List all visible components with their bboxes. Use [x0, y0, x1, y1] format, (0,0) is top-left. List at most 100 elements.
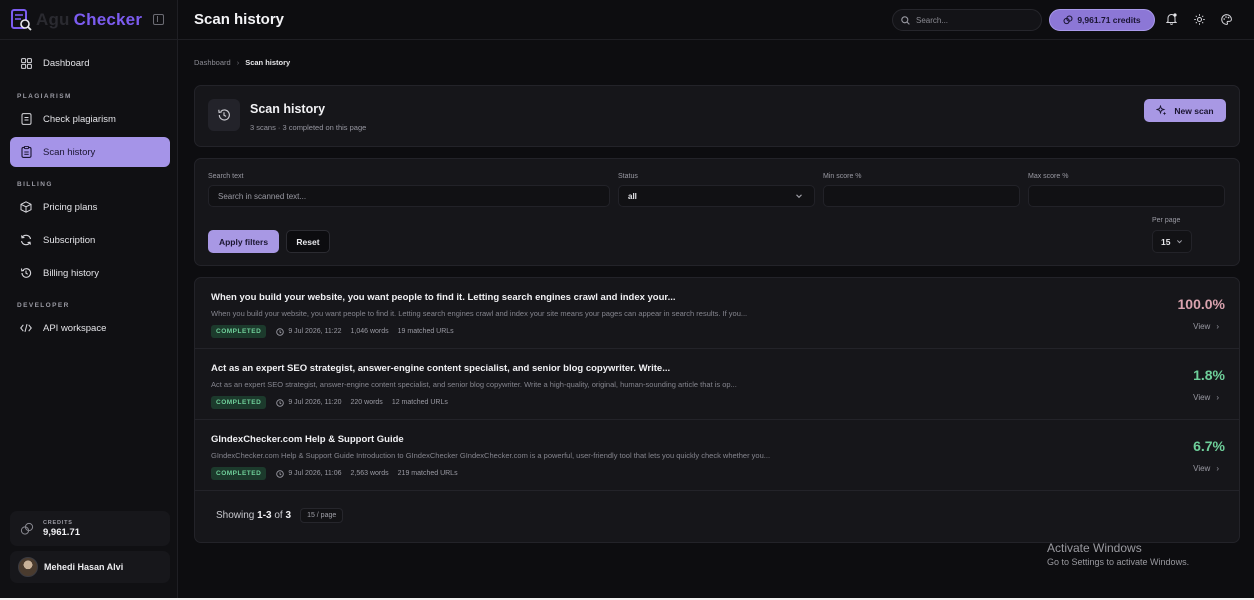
view-label: View	[1193, 393, 1211, 402]
avatar	[18, 557, 38, 577]
chevron-down-icon	[1176, 238, 1183, 245]
sidebar-item-label: Check plagiarism	[43, 113, 116, 125]
scan-row[interactable]: When you build your website, you want pe…	[195, 278, 1239, 349]
sidebar-item-check-plagiarism[interactable]: Check plagiarism	[10, 104, 170, 134]
windows-activation-watermark: Activate Windows Go to Settings to activ…	[1047, 541, 1189, 567]
search-text-placeholder: Search in scanned text...	[218, 191, 307, 201]
credits-label: CREDITS	[43, 519, 73, 526]
scan-meta: COMPLETED 9 Jul 2026, 11:22 1,046 words …	[211, 325, 463, 338]
section-billing: BILLING	[17, 181, 53, 188]
palette-icon[interactable]	[1220, 13, 1232, 25]
search-text-input[interactable]: Search in scanned text...	[208, 185, 610, 207]
sidebar-item-billing-history[interactable]: Billing history	[10, 258, 170, 288]
status-badge: COMPLETED	[211, 396, 267, 409]
logo-icon	[10, 8, 32, 32]
view-link[interactable]: View ›	[1193, 393, 1219, 402]
scan-score: 100.0%	[1177, 296, 1225, 312]
scan-words: 2,563 words	[350, 470, 389, 477]
credits-value: 9,961.71	[43, 526, 80, 538]
refresh-icon	[20, 234, 32, 246]
scan-matches: 19 matched URLs	[397, 328, 454, 335]
per-page-select[interactable]: 15	[1152, 230, 1192, 253]
max-score-input[interactable]	[1028, 185, 1225, 207]
credits-button[interactable]: 9,961.71 credits	[1049, 9, 1155, 31]
results-list: When you build your website, you want pe…	[194, 277, 1240, 543]
scan-words: 220 words	[350, 399, 383, 406]
apply-filters-button[interactable]: Apply filters	[208, 230, 279, 253]
search-placeholder: Search...	[916, 15, 949, 25]
chevron-right-icon: ›	[236, 58, 240, 67]
sidebar-item-label: Pricing plans	[43, 201, 98, 213]
new-scan-label: New scan	[1174, 105, 1214, 116]
per-page-chip: 15 / page	[300, 508, 344, 523]
code-icon	[20, 322, 32, 334]
sidebar-collapse-icon[interactable]	[153, 14, 164, 25]
sidebar-item-label: Scan history	[43, 146, 96, 158]
document-icon	[20, 113, 32, 125]
activation-title: Activate Windows	[1047, 541, 1142, 555]
box-icon	[20, 201, 32, 213]
sidebar-item-label: Billing history	[43, 267, 99, 279]
app-window: Agu Checker Dashboard PLAGIARISM Check pl…	[0, 0, 1254, 598]
new-scan-button[interactable]: New scan	[1144, 99, 1226, 122]
scan-title[interactable]: Act as an expert SEO strategist, answer-…	[211, 363, 670, 374]
scan-matches: 219 matched URLs	[397, 470, 458, 477]
scan-title[interactable]: GIndexChecker.com Help & Support Guide	[211, 434, 404, 445]
sun-icon[interactable]	[1193, 13, 1205, 25]
clipboard-icon	[20, 146, 32, 158]
section-title: Scan history	[250, 102, 326, 116]
max-score-label: Max score %	[1028, 173, 1069, 180]
scan-history-header: Scan history 3 scans · 3 completed on th…	[194, 85, 1240, 147]
sidebar-item-label: Dashboard	[43, 57, 90, 69]
chevron-down-icon	[795, 192, 803, 200]
user-menu[interactable]: Mehedi Hasan Alvi	[10, 551, 170, 583]
sidebar-item-api-workspace[interactable]: API workspace	[10, 313, 170, 343]
status-label: Status	[618, 173, 638, 180]
scan-score: 6.7%	[1193, 438, 1225, 454]
sidebar-credits-card[interactable]: CREDITS 9,961.71	[10, 511, 170, 546]
clock-icon	[276, 398, 285, 407]
scan-title[interactable]: When you build your website, you want pe…	[211, 292, 676, 303]
pagination: Showing 1-3 of 3 15 / page	[216, 508, 344, 523]
coins-icon	[1063, 15, 1073, 25]
brand-name: Checker	[73, 9, 143, 29]
pager-showing: Showing	[216, 510, 255, 521]
breadcrumb-root[interactable]: Dashboard	[194, 58, 231, 67]
sidebar-item-label: API workspace	[43, 322, 107, 334]
min-score-label: Min score %	[823, 173, 862, 180]
pager-of: of	[274, 510, 283, 521]
scan-row[interactable]: GIndexChecker.com Help & Support Guide G…	[195, 420, 1239, 491]
per-page-value: 15	[1161, 236, 1171, 247]
view-link[interactable]: View ›	[1193, 322, 1219, 331]
sidebar-item-pricing-plans[interactable]: Pricing plans	[10, 192, 170, 222]
sparkle-icon	[1156, 105, 1167, 116]
coins-icon	[20, 522, 34, 536]
sidebar-item-dashboard[interactable]: Dashboard	[10, 48, 170, 78]
scan-words: 1,046 words	[350, 328, 389, 335]
view-link[interactable]: View ›	[1193, 464, 1219, 473]
reset-button[interactable]: Reset	[286, 230, 330, 253]
brand[interactable]: Agu Checker	[0, 0, 177, 40]
clock-icon	[276, 327, 285, 336]
chevron-right-icon: ›	[1216, 393, 1219, 402]
view-label: View	[1193, 322, 1211, 331]
chevron-right-icon: ›	[1216, 322, 1219, 331]
view-label: View	[1193, 464, 1211, 473]
scan-row[interactable]: Act as an expert SEO strategist, answer-…	[195, 349, 1239, 420]
search-text-label: Search text	[208, 173, 244, 180]
per-page-label: Per page	[1152, 217, 1181, 224]
scan-date-text: 9 Jul 2026, 11:20	[288, 399, 342, 406]
scan-date: 9 Jul 2026, 11:20	[276, 398, 342, 407]
scan-snippet: When you build your website, you want pe…	[211, 309, 748, 318]
min-score-input[interactable]	[823, 185, 1020, 207]
sidebar: Agu Checker Dashboard PLAGIARISM Check pl…	[0, 0, 178, 598]
chevron-right-icon: ›	[1216, 464, 1219, 473]
bell-icon[interactable]	[1165, 13, 1177, 25]
breadcrumb-current: Scan history	[245, 58, 291, 67]
sidebar-item-scan-history[interactable]: Scan history	[10, 137, 170, 167]
status-select[interactable]: all	[618, 185, 815, 207]
section-plagiarism: PLAGIARISM	[17, 93, 72, 100]
search-input[interactable]: Search...	[892, 9, 1042, 31]
sidebar-item-subscription[interactable]: Subscription	[10, 225, 170, 255]
scan-meta: COMPLETED 9 Jul 2026, 11:06 2,563 words …	[211, 467, 467, 480]
